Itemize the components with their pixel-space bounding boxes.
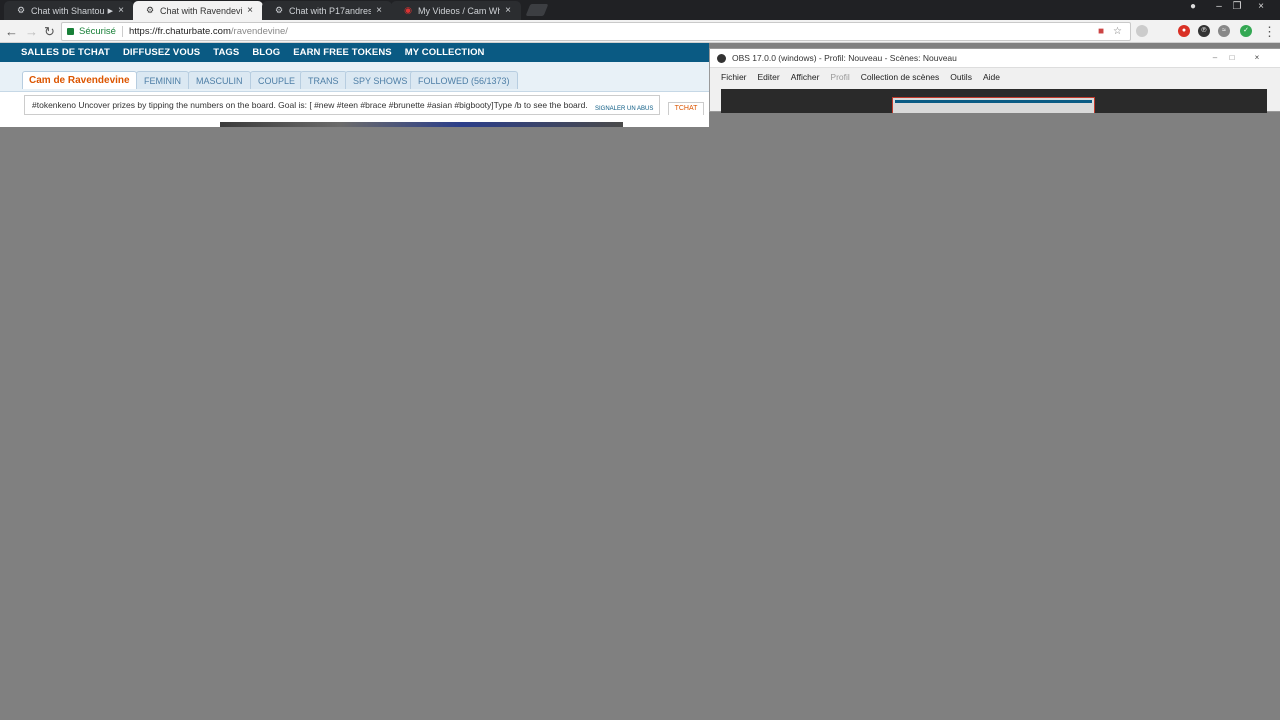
obs-window: OBS 17.0.0 (windows) - Profil: Nouveau -… — [709, 48, 1280, 113]
nav-link-collection[interactable]: MY COLLECTION — [405, 47, 485, 58]
cast-icon[interactable]: ≈ — [1218, 25, 1230, 37]
chaturbate-icon: ⚙ — [16, 5, 26, 15]
minimize-icon[interactable]: – — [1207, 52, 1223, 63]
nav-link-tags[interactable]: TAGS — [213, 47, 239, 58]
menu-afficher[interactable]: Afficher — [791, 72, 820, 82]
camera-blocked-icon[interactable]: ■ — [1098, 26, 1104, 37]
tab-title: Chat with Ravendevine — [160, 5, 242, 16]
nav-link-blog[interactable]: BLOG — [252, 47, 280, 58]
nav-link-tokens[interactable]: EARN FREE TOKENS — [293, 47, 392, 58]
menu-editer[interactable]: Editer — [758, 72, 780, 82]
browser-tab[interactable]: ⚙ Chat with P17andres in × — [262, 1, 392, 20]
tab-masculin[interactable]: MASCULIN — [188, 71, 251, 89]
camwhores-icon: ◉ — [404, 5, 412, 15]
restore-icon[interactable]: ❐ — [1228, 0, 1246, 14]
browser-tab-active[interactable]: ⚙ Chat with Ravendevine × — [133, 1, 263, 20]
tab-spy-shows[interactable]: SPY SHOWS — [345, 71, 416, 89]
window-close-icon[interactable]: × — [1252, 0, 1270, 14]
tab-title: My Videos / Cam Whore — [418, 5, 500, 16]
menu-fichier[interactable]: Fichier — [721, 72, 747, 82]
tab-feminin[interactable]: FEMININ — [136, 71, 189, 89]
adblock-icon[interactable]: ● — [1178, 25, 1190, 37]
menu-kebab-icon[interactable]: ⋮ — [1262, 24, 1277, 39]
menu-aide[interactable]: Aide — [983, 72, 1000, 82]
obs-preview-capture — [892, 97, 1095, 113]
obs-menu-bar: Fichier Editer Afficher Profil Collectio… — [710, 68, 1280, 85]
obs-logo-icon — [717, 53, 726, 63]
back-arrow-icon[interactable]: ← — [4, 24, 19, 39]
nav-link-diffusez[interactable]: DIFFUSEZ VOUS — [123, 47, 200, 58]
extension-icon[interactable] — [1136, 25, 1148, 37]
close-icon[interactable]: × — [374, 5, 384, 16]
url-host: https://fr.chaturbate.com — [128, 26, 231, 37]
tab-followed[interactable]: FOLLOWED (56/1373) — [410, 71, 518, 89]
tab-cam-room[interactable]: Cam de Ravendevine — [22, 71, 137, 89]
tab-title: Chat with Shantou in — [31, 5, 105, 16]
web-page: SALLES DE TCHAT DIFFUSEZ VOUS TAGS BLOG … — [0, 43, 709, 127]
minimize-icon[interactable]: – — [1210, 0, 1228, 14]
video-player[interactable] — [220, 122, 623, 127]
chat-tab[interactable]: TCHAT — [668, 102, 704, 115]
obs-title-bar: OBS 17.0.0 (windows) - Profil: Nouveau -… — [710, 49, 1280, 68]
reload-icon[interactable]: ↻ — [42, 24, 57, 39]
maximize-icon[interactable]: □ — [1224, 52, 1240, 63]
profile-icon[interactable]: ● — [1190, 1, 1204, 14]
tab-title: Chat with P17andres in — [289, 5, 371, 16]
site-top-nav: SALLES DE TCHAT DIFFUSEZ VOUS TAGS BLOG … — [0, 43, 709, 62]
obs-window-title: OBS 17.0.0 (windows) - Profil: Nouveau -… — [732, 53, 957, 63]
close-icon[interactable]: × — [245, 5, 255, 16]
chaturbate-icon: ⚙ — [145, 5, 155, 15]
extension-icon[interactable]: ℗ — [1198, 25, 1210, 37]
tab-couple[interactable]: COUPLE — [250, 71, 304, 89]
extension-icon[interactable]: ✓ — [1240, 25, 1252, 37]
browser-tab[interactable]: ◉ My Videos / Cam Whore × — [391, 1, 521, 20]
forward-arrow-icon[interactable]: → — [24, 24, 39, 39]
chaturbate-icon: ⚙ — [274, 5, 284, 15]
room-subject: #tokenkeno Uncover prizes by tipping the… — [24, 95, 660, 115]
browser-tab[interactable]: ⚙ Chat with Shantou in ▶ × — [4, 1, 134, 20]
url-path: /ravendevine/ — [230, 26, 288, 37]
close-icon[interactable]: × — [503, 5, 513, 16]
nav-link-salles[interactable]: SALLES DE TCHAT — [21, 47, 110, 58]
address-bar[interactable]: Sécurisé https://fr.chaturbate.com /rave… — [61, 22, 1131, 41]
browser-tab-strip: ⚙ Chat with Shantou in ▶ × ⚙ Chat with R… — [0, 0, 1280, 20]
divider — [121, 26, 123, 37]
category-tabs: Cam de Ravendevine FEMININ MASCULIN COUP… — [0, 62, 709, 92]
close-icon[interactable]: × — [116, 5, 126, 16]
menu-collection-scenes[interactable]: Collection de scènes — [861, 72, 939, 82]
bookmark-star-icon[interactable]: ☆ — [1113, 26, 1122, 37]
window-close-icon[interactable]: × — [1249, 52, 1265, 63]
tab-trans[interactable]: TRANS — [300, 71, 347, 89]
new-tab-button[interactable] — [525, 4, 549, 16]
video-area-left — [0, 122, 220, 127]
secure-label: Sécurisé — [79, 26, 116, 37]
menu-profil[interactable]: Profil — [830, 72, 849, 82]
speaker-icon[interactable]: ▶ — [108, 7, 113, 15]
obs-preview — [721, 89, 1267, 113]
menu-outils[interactable]: Outils — [950, 72, 972, 82]
browser-toolbar: ← → ↻ Sécurisé https://fr.chaturbate.com… — [0, 20, 1280, 43]
report-abuse-link[interactable]: SIGNALER UN ABUS — [595, 106, 653, 112]
room-subject-text: #tokenkeno Uncover prizes by tipping the… — [32, 100, 588, 110]
lock-icon — [67, 28, 74, 35]
